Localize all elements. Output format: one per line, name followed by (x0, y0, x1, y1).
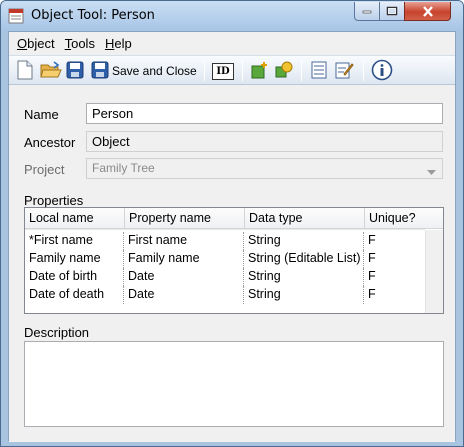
save-and-close-icon (91, 61, 109, 82)
open-folder-icon (40, 60, 62, 83)
minimize-button[interactable] (354, 2, 380, 21)
column-header-unique[interactable]: Unique? (365, 208, 443, 229)
cell-property-name: Family name (123, 250, 243, 268)
name-label: Name (24, 107, 59, 122)
properties-title: Properties (24, 193, 84, 208)
grid-divider (25, 229, 425, 230)
cell-property-name: Date (123, 286, 243, 304)
shapes-button[interactable] (274, 60, 294, 82)
ancestor-label: Ancestor (24, 135, 76, 150)
client-area: Object Tools Help Save and Close ID Name… (8, 31, 456, 442)
cell-local-name: Family name (29, 251, 101, 265)
close-button[interactable] (404, 2, 451, 21)
window-icon (8, 8, 24, 24)
toolbar-separator (301, 61, 302, 81)
shapes-icon (274, 60, 294, 83)
menu-bar: Object Tools Help (9, 32, 455, 54)
save-button[interactable] (66, 60, 84, 82)
id-button[interactable]: ID (212, 60, 234, 82)
save-and-close-button[interactable]: Save and Close (91, 60, 197, 82)
cell-data-type: String (243, 286, 363, 304)
column-header-local-name[interactable]: Local name (25, 208, 125, 229)
name-field[interactable]: Person (86, 103, 443, 124)
table-row[interactable]: Date of death Date String F (25, 286, 425, 304)
save-icon (66, 61, 84, 82)
object-form: Name Person Ancestor Object Project Fami… (9, 86, 455, 442)
cell-data-type: String (243, 232, 363, 250)
window-title: Object Tool: Person (31, 8, 155, 23)
grid-vertical-scrollbar[interactable] (425, 230, 443, 313)
column-header-data-type[interactable]: Data type (245, 208, 365, 229)
project-label: Project (24, 162, 65, 177)
info-button[interactable] (371, 59, 393, 84)
menu-help[interactable]: Help (100, 34, 137, 53)
menu-tools[interactable]: Tools (60, 34, 100, 53)
properties-grid: Local name Property name Data type Uniqu… (24, 207, 444, 314)
menu-object[interactable]: Object (12, 34, 60, 53)
grid-header: Local name Property name Data type Uniqu… (25, 208, 443, 229)
cell-local-name: Date of birth (29, 269, 98, 283)
save-and-close-label: Save and Close (112, 64, 197, 78)
properties-form-button[interactable] (310, 60, 328, 82)
info-icon (371, 59, 393, 84)
chevron-down-icon (427, 165, 436, 179)
cell-data-type: String (Editable List) (243, 250, 363, 268)
cell-local-name: *First name (29, 233, 93, 247)
toolbar-separator (204, 61, 205, 81)
cell-unique: F (363, 286, 425, 304)
description-title: Description (24, 325, 90, 340)
add-shape-button[interactable] (250, 60, 270, 82)
table-row[interactable]: *First name First name String F (25, 232, 425, 250)
column-header-property-name[interactable]: Property name (125, 208, 245, 229)
cell-data-type: String (243, 268, 363, 286)
ancestor-field: Object (86, 131, 443, 152)
table-row[interactable]: Family name Family name String (Editable… (25, 250, 425, 268)
cell-property-name: First name (123, 232, 243, 250)
cell-local-name: Date of death (29, 287, 105, 301)
properties-form-icon (310, 61, 328, 82)
toolbar-separator (242, 61, 243, 81)
project-value: Family Tree (92, 161, 155, 175)
add-shape-icon (250, 60, 270, 83)
edit-document-button[interactable] (334, 60, 354, 82)
cell-unique: F (363, 250, 425, 268)
project-dropdown: Family Tree (86, 158, 443, 179)
toolbar: Save and Close ID (9, 55, 455, 85)
edit-document-icon (334, 60, 354, 83)
id-icon: ID (212, 62, 234, 80)
description-textarea[interactable] (24, 341, 444, 427)
open-button[interactable] (40, 60, 62, 82)
table-row[interactable]: Date of birth Date String F (25, 268, 425, 286)
cell-property-name: Date (123, 268, 243, 286)
cell-unique: F (363, 232, 425, 250)
cell-unique: F (363, 268, 425, 286)
new-document-icon (16, 60, 34, 83)
maximize-button[interactable] (379, 2, 405, 21)
toolbar-separator (363, 61, 364, 81)
title-bar[interactable]: Object Tool: Person (1, 1, 463, 31)
new-document-button[interactable] (16, 60, 34, 82)
object-tool-window: Object Tool: Person Object Tools Help Sa… (0, 0, 464, 447)
